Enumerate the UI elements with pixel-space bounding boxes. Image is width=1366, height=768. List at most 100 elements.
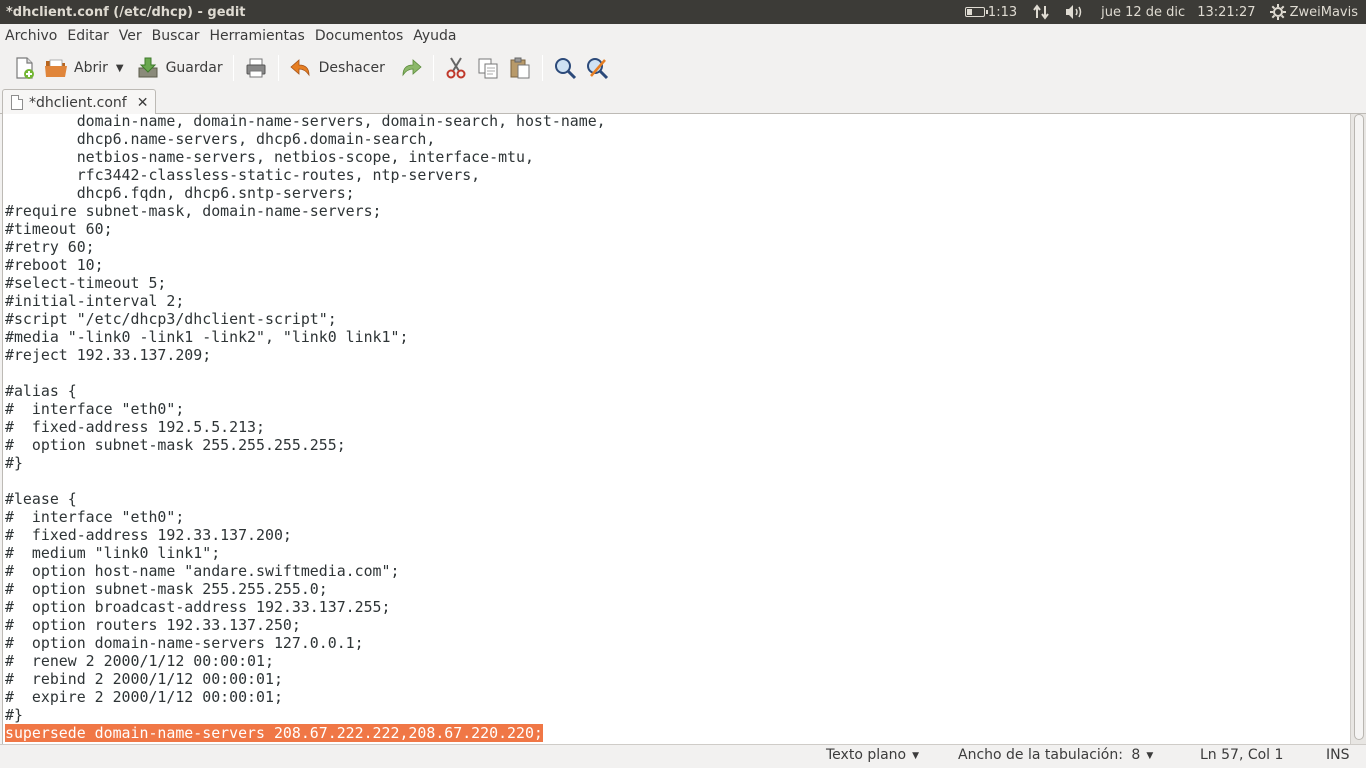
top-panel: *dhclient.conf (/etc/dhcp) - gedit 1:13 … (0, 0, 1366, 24)
code-line: # option routers 192.33.137.250; (5, 616, 301, 634)
code-line: # renew 2 2000/1/12 00:00:01; (5, 652, 274, 670)
menubar: Archivo Editar Ver Buscar Herramientas D… (0, 24, 1366, 48)
code-line: # interface "eth0"; (5, 508, 185, 526)
text-document-icon (11, 95, 23, 110)
user-name: ZweiMavis (1289, 4, 1358, 20)
folder-open-icon (45, 59, 67, 77)
network-indicator[interactable] (1025, 0, 1057, 24)
toolbar: Abrir ▼ Guardar Deshacer (0, 48, 1366, 88)
menu-herramientas[interactable]: Herramientas (204, 24, 309, 48)
battery-time: 1:13 (987, 4, 1018, 20)
insert-mode: INS (1326, 747, 1350, 763)
scrollbar-thumb[interactable] (1354, 114, 1364, 740)
code-line: #retry 60; (5, 238, 95, 256)
code-line: # rebind 2 2000/1/12 00:00:01; (5, 670, 283, 688)
tab-width-value: 8 (1131, 747, 1141, 763)
session-indicator[interactable]: ZweiMavis (1262, 0, 1366, 24)
menu-editar[interactable]: Editar (62, 24, 113, 48)
time: 13:21:27 (1197, 4, 1256, 20)
paste-icon (510, 57, 530, 79)
battery-icon (964, 7, 988, 17)
code-line: netbios-name-servers, netbios-scope, int… (5, 148, 534, 166)
date: jue 12 de dic (1101, 4, 1186, 20)
undo-button[interactable]: Deshacer (285, 51, 389, 85)
volume-icon (1066, 5, 1082, 19)
chevron-down-icon: ▼ (1146, 751, 1154, 761)
menu-ver[interactable]: Ver (114, 24, 147, 48)
paste-button[interactable] (504, 51, 536, 85)
menu-documentos[interactable]: Documentos (310, 24, 408, 48)
gear-icon (1269, 4, 1286, 20)
code-line: #select-timeout 5; (5, 274, 167, 292)
tab-label: *dhclient.conf (29, 94, 127, 111)
print-button[interactable] (240, 51, 272, 85)
search-button[interactable] (549, 51, 581, 85)
search-icon (554, 58, 576, 80)
cut-button[interactable] (440, 51, 472, 85)
save-label: Guardar (165, 60, 223, 76)
close-tab-icon[interactable]: ✕ (137, 95, 149, 111)
vertical-scrollbar[interactable] (1350, 114, 1366, 744)
volume-indicator[interactable] (1057, 0, 1093, 24)
undo-label: Deshacer (318, 60, 385, 76)
copy-button[interactable] (472, 51, 504, 85)
language-selector[interactable]: Texto plano ▼ (826, 747, 919, 763)
code-line: #script "/etc/dhcp3/dhclient-script"; (5, 310, 337, 328)
code-line: #initial-interval 2; (5, 292, 185, 310)
battery-indicator[interactable]: 1:13 (957, 0, 1025, 24)
undo-icon (290, 59, 310, 77)
network-updown-icon (1033, 4, 1049, 20)
save-button[interactable]: Guardar (132, 51, 227, 85)
menu-buscar[interactable]: Buscar (147, 24, 205, 48)
toolbar-separator (232, 55, 234, 81)
code-line: domain-name, domain-name-servers, domain… (5, 114, 606, 130)
toolbar-separator (432, 55, 434, 81)
code-line: # fixed-address 192.33.137.200; (5, 526, 292, 544)
open-button[interactable]: Abrir ▼ (40, 51, 132, 85)
open-dropdown-arrow-icon[interactable]: ▼ (116, 63, 124, 74)
window-title: *dhclient.conf (/etc/dhcp) - gedit (6, 4, 246, 20)
chevron-down-icon: ▼ (912, 751, 920, 761)
toolbar-separator (541, 55, 543, 81)
tab-width-selector[interactable]: Ancho de la tabulación: 8 ▼ (958, 747, 1153, 763)
code-line: #alias { (5, 382, 77, 400)
status-bar: Texto plano ▼ Ancho de la tabulación: 8 ▼ … (0, 744, 1366, 768)
text-editor[interactable]: domain-name, domain-name-servers, domain… (2, 114, 1350, 744)
code-line: supersede domain-name-servers 208.67.222… (5, 724, 1350, 742)
code-line: # medium "link0 link1"; (5, 544, 221, 562)
menu-ayuda[interactable]: Ayuda (408, 24, 461, 48)
copy-icon (478, 58, 498, 79)
code-line: #media "-link0 -link1 -link2", "link0 li… (5, 328, 409, 346)
printer-icon (246, 58, 266, 78)
code-line: #timeout 60; (5, 220, 113, 238)
code-line: #reboot 10; (5, 256, 104, 274)
code-line: #reject 192.33.137.209; (5, 346, 212, 364)
clock-indicator[interactable]: jue 12 de dic 13:21:27 (1093, 0, 1261, 24)
redo-button[interactable] (395, 51, 427, 85)
search-replace-icon (586, 58, 608, 80)
code-line: dhcp6.fqdn, dhcp6.sntp-servers; (5, 184, 355, 202)
code-line: # option domain-name-servers 127.0.0.1; (5, 634, 364, 652)
toolbar-separator (277, 55, 279, 81)
code-line: # expire 2 2000/1/12 00:00:01; (5, 688, 283, 706)
cursor-position: Ln 57, Col 1 (1200, 747, 1284, 763)
menu-archivo[interactable]: Archivo (0, 24, 62, 48)
redo-icon (402, 59, 422, 77)
new-document-button[interactable] (8, 51, 40, 85)
code-line: #require subnet-mask, domain-name-server… (5, 202, 382, 220)
code-line: #lease { (5, 490, 77, 508)
tab-dhclient-conf[interactable]: *dhclient.conf ✕ (2, 89, 156, 115)
code-line: # option broadcast-address 192.33.137.25… (5, 598, 391, 616)
code-line: # fixed-address 192.5.5.213; (5, 418, 265, 436)
code-line: # interface "eth0"; (5, 400, 185, 418)
scissors-icon (446, 57, 466, 79)
editor-content[interactable]: domain-name, domain-name-servers, domain… (3, 114, 1350, 742)
code-line: #} (5, 454, 23, 472)
code-line: # option subnet-mask 255.255.255.255; (5, 436, 346, 454)
code-line: rfc3442-classless-static-routes, ntp-ser… (5, 166, 481, 184)
save-icon (138, 57, 158, 78)
language-label: Texto plano (826, 747, 907, 763)
search-replace-button[interactable] (581, 51, 613, 85)
